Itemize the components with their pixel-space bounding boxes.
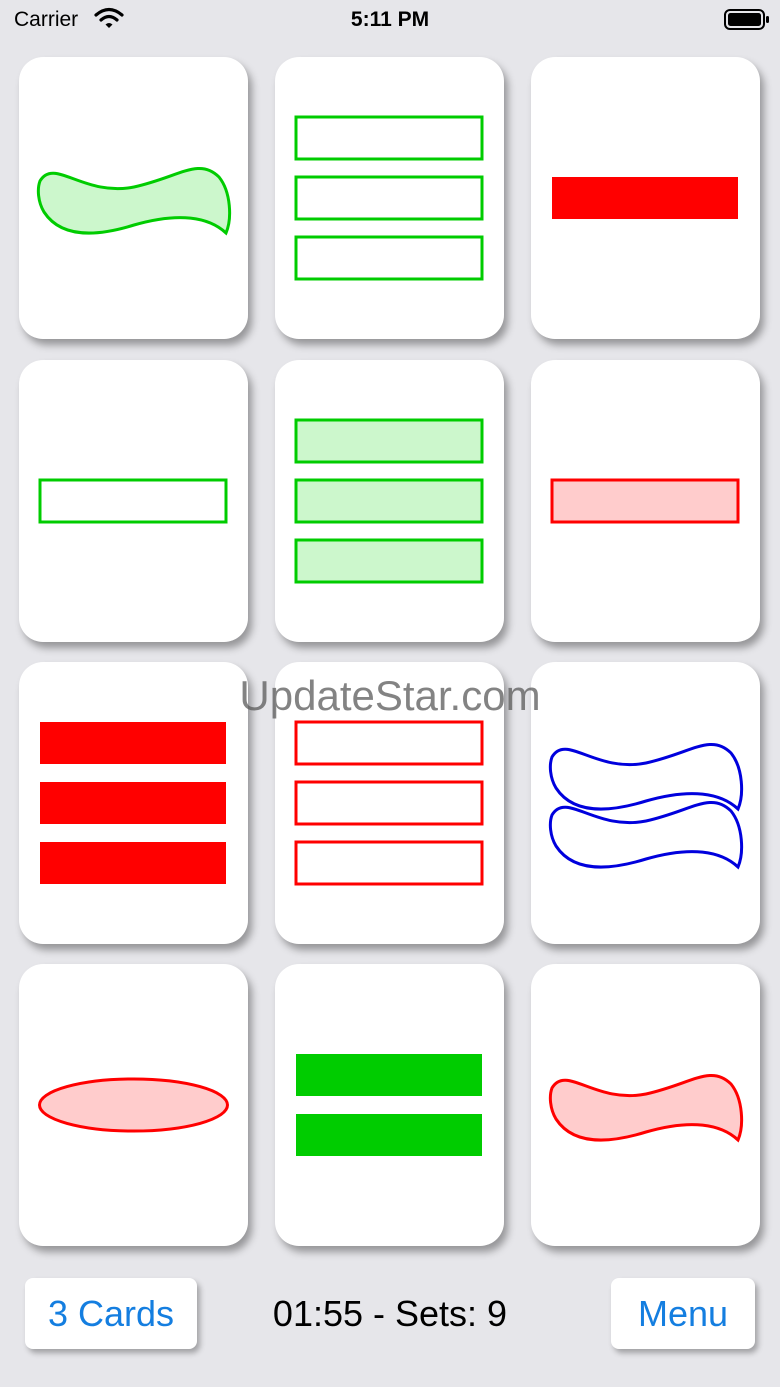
card[interactable] (275, 662, 504, 944)
card[interactable] (275, 57, 504, 339)
card[interactable] (19, 964, 248, 1246)
battery-icon (724, 9, 770, 36)
rectangle-symbols (294, 115, 484, 281)
squiggle-symbol (548, 1074, 744, 1143)
card[interactable] (531, 57, 760, 339)
card[interactable] (19, 360, 248, 642)
rectangle-symbols (552, 177, 738, 219)
rectangle-symbol (40, 782, 226, 824)
squiggle-symbol (548, 743, 744, 812)
three-cards-button[interactable]: 3 Cards (25, 1278, 197, 1349)
rectangle-symbol (294, 538, 484, 584)
card[interactable] (19, 662, 248, 944)
rectangle-symbol (294, 175, 484, 221)
rectangle-symbol (294, 418, 484, 464)
rectangle-symbol (294, 720, 484, 766)
rectangle-symbol (296, 1114, 482, 1156)
timer-sets-status: 01:55 - Sets: 9 (272, 1293, 508, 1334)
squiggle-symbols (548, 743, 744, 870)
card[interactable] (275, 360, 504, 642)
squiggle-symbol (36, 167, 232, 236)
rectangle-symbol (294, 780, 484, 826)
squiggle-symbols (36, 167, 232, 236)
card[interactable] (19, 57, 248, 339)
rectangle-symbols (550, 478, 740, 524)
card[interactable] (531, 662, 760, 944)
rectangle-symbol (552, 177, 738, 219)
rectangle-symbol (40, 722, 226, 764)
rectangle-symbols (294, 418, 484, 584)
rectangle-symbol (294, 840, 484, 886)
status-bar: Carrier 5:11 PM (0, 0, 780, 40)
squiggle-symbols (548, 1074, 744, 1143)
rectangle-symbol (294, 115, 484, 161)
rectangle-symbol (294, 478, 484, 524)
squiggle-symbol (548, 801, 744, 870)
rectangle-symbols (294, 720, 484, 886)
oval-symbol (38, 1077, 229, 1133)
rectangle-symbols (38, 478, 228, 524)
rectangle-symbol (296, 1054, 482, 1096)
menu-button[interactable]: Menu (611, 1278, 755, 1349)
rectangle-symbol (294, 235, 484, 281)
card[interactable] (531, 360, 760, 642)
clock: 5:11 PM (350, 8, 430, 31)
oval-symbols (38, 1077, 229, 1133)
card[interactable] (275, 964, 504, 1246)
rectangle-symbols (40, 722, 226, 884)
card[interactable] (531, 964, 760, 1246)
rectangle-symbol (38, 478, 228, 524)
rectangle-symbol (550, 478, 740, 524)
rectangle-symbols (296, 1054, 482, 1156)
rectangle-symbol (40, 842, 226, 884)
